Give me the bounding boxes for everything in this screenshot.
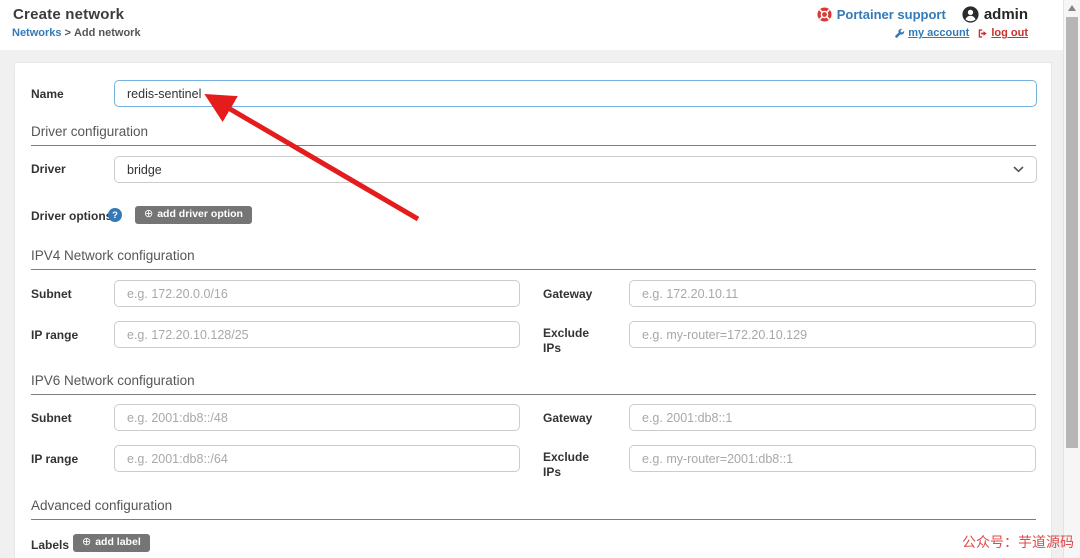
breadcrumb-networks-link[interactable]: Networks [12,27,62,39]
advanced-section-title: Advanced configuration [31,498,1036,520]
vertical-scrollbar[interactable] [1063,0,1080,558]
ipv6-gateway-input[interactable] [629,404,1036,431]
add-label-button[interactable]: ⊕ add label [73,534,150,552]
ipv4-ip-range-input[interactable] [114,321,520,348]
sign-out-icon [977,28,988,39]
name-input[interactable] [114,80,1037,107]
add-driver-option-button[interactable]: ⊕ add driver option [135,206,252,224]
page-title: Create network [13,6,125,23]
plus-circle-icon: ⊕ [144,208,154,220]
user-circle-icon [962,5,979,23]
ipv4-gateway-label: Gateway [543,287,593,301]
driver-options-label: Driver options [31,209,113,223]
ipv6-gateway-label: Gateway [543,411,593,425]
driver-section-title: Driver configuration [31,124,1036,146]
ipv4-exclude-ips-label: Exclude IPs [543,326,590,355]
ipv4-ip-range-label: IP range [31,328,79,342]
ipv6-subnet-input[interactable] [114,404,520,431]
ipv6-exclude-ips-label: Exclude IPs [543,450,590,479]
scrollbar-up-arrow-icon[interactable] [1068,5,1076,11]
driver-label: Driver [31,162,66,176]
ipv6-subnet-label: Subnet [31,411,72,425]
ipv6-section-title: IPV6 Network configuration [31,373,1036,395]
page-header: Create network Networks > Add network Port… [0,0,1063,50]
ipv6-exclude-ips-input[interactable] [629,445,1036,472]
life-ring-icon [817,6,832,22]
ipv4-gateway-input[interactable] [629,280,1036,307]
ipv4-subnet-label: Subnet [31,287,72,301]
chevron-down-icon [1013,166,1024,173]
breadcrumb-separator: > [64,27,71,39]
name-label: Name [31,87,64,101]
ipv4-subnet-input[interactable] [114,280,520,307]
help-icon[interactable]: ? [108,208,122,222]
plus-circle-icon: ⊕ [82,536,92,548]
ipv4-exclude-ips-input[interactable] [629,321,1036,348]
watermark: 公众号：芋道源码 [962,534,1074,550]
username: admin [983,5,1028,23]
labels-label: Labels [31,538,70,552]
my-account-link[interactable]: my account [894,27,969,39]
breadcrumb-current: Add network [73,27,141,39]
create-network-form-panel: Name Driver configuration Driver bridge … [14,62,1052,558]
scrollbar-thumb[interactable] [1066,17,1078,448]
user-menu[interactable]: admin [962,6,1028,23]
driver-selected-value: bridge [127,162,162,177]
ipv4-section-title: IPV4 Network configuration [31,248,1036,270]
ipv6-ip-range-input[interactable] [114,445,520,472]
wrench-icon [894,28,905,39]
breadcrumb: Networks > Add network [12,27,141,39]
driver-select[interactable]: bridge [114,156,1037,183]
portainer-support-link[interactable]: Portainer support [817,7,946,22]
log-out-link[interactable]: log out [977,27,1028,39]
portainer-create-network-page: Create network Networks > Add network Port… [0,0,1080,558]
ipv6-ip-range-label: IP range [31,452,79,466]
